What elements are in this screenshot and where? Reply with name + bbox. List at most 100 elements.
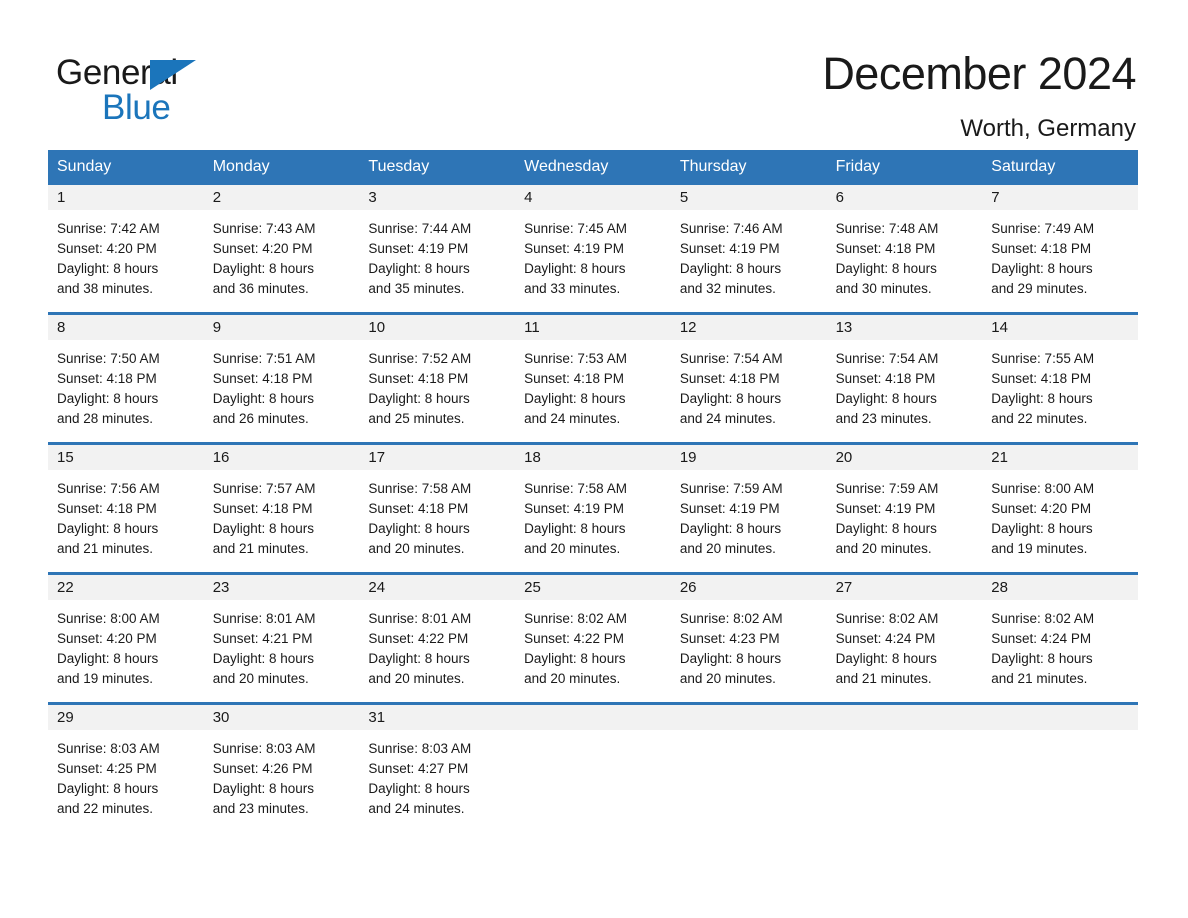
calendar-day-cell[interactable]: 15 Sunrise: 7:56 AM Sunset: 4:18 PM Dayligh… [48, 445, 204, 561]
calendar-day-cell[interactable]: 19 Sunrise: 7:59 AM Sunset: 4:19 PM Dayligh… [670, 445, 827, 561]
calendar-day-cell[interactable]: 17 Sunrise: 7:58 AM Sunset: 4:18 PM Dayligh… [359, 445, 516, 561]
sunrise-time: Sunrise: 8:03 AM [212, 741, 316, 756]
calendar-day-cell[interactable]: 24 Sunrise: 8:01 AM Sunset: 4:22 PM Dayligh… [359, 575, 516, 691]
daylight-duration-line1: Daylight: 8 hours [991, 261, 1093, 276]
calendar-day-cell[interactable]: 31 Sunrise: 8:03 AM Sunset: 4:27 PM Dayligh… [359, 705, 516, 821]
calendar-day-cell[interactable]: 22 Sunrise: 8:00 AM Sunset: 4:20 PM Dayligh… [48, 575, 204, 691]
day-number: 2 [203, 185, 360, 210]
calendar-day-cell[interactable]: 1 Sunrise: 7:42 AM Sunset: 4:20 PM Daylight… [48, 185, 204, 301]
day-number: 22 [48, 575, 204, 600]
day-number: 24 [359, 575, 516, 600]
daylight-duration-line1: Daylight: 8 hours [368, 781, 470, 796]
day-number: 28 [982, 575, 1138, 600]
sunrise-time: Sunrise: 7:59 AM [835, 481, 939, 496]
calendar-day-cell[interactable]: 13 Sunrise: 7:54 AM Sunset: 4:18 PM Dayligh… [826, 315, 983, 431]
day-number: 4 [515, 185, 671, 210]
calendar-week-row: 29 Sunrise: 8:03 AM Sunset: 4:25 PM Dayligh… [48, 702, 1138, 821]
calendar-day-cell[interactable]: 27 Sunrise: 8:02 AM Sunset: 4:24 PM Dayligh… [826, 575, 983, 691]
daylight-duration-line1: Daylight: 8 hours [524, 391, 626, 406]
calendar-day-cell[interactable]: 2 Sunrise: 7:43 AM Sunset: 4:20 PM Daylight… [203, 185, 360, 301]
sunset-time: Sunset: 4:23 PM [679, 631, 780, 646]
calendar-day-cell[interactable]: 5 Sunrise: 7:46 AM Sunset: 4:19 PM Daylight… [670, 185, 827, 301]
calendar-page: General Blue December 2024 Worth, German… [0, 0, 1188, 918]
day-number: 7 [982, 185, 1138, 210]
day-details: Sunrise: 7:57 AM Sunset: 4:18 PM Daylight:… [204, 470, 360, 559]
calendar-day-cell[interactable]: 18 Sunrise: 7:58 AM Sunset: 4:19 PM Dayligh… [515, 445, 671, 561]
day-details: Sunrise: 8:00 AM Sunset: 4:20 PM Daylight:… [48, 600, 204, 689]
calendar-day-cell[interactable]: 8 Sunrise: 7:50 AM Sunset: 4:18 PM Daylight… [48, 315, 204, 431]
page-title: December 2024 [822, 48, 1136, 99]
day-details: Sunrise: 7:44 AM Sunset: 4:19 PM Daylight:… [359, 210, 515, 299]
day-number [670, 705, 827, 730]
sunset-time: Sunset: 4:24 PM [991, 631, 1092, 646]
calendar-day-cell-empty [515, 705, 671, 821]
calendar-day-cell[interactable]: 16 Sunrise: 7:57 AM Sunset: 4:18 PM Dayligh… [203, 445, 360, 561]
sunrise-time: Sunrise: 7:54 AM [679, 351, 783, 366]
sunset-time: Sunset: 4:18 PM [368, 371, 469, 386]
daylight-duration-line2: and 21 minutes. [835, 671, 932, 686]
day-number [982, 705, 1138, 730]
day-details: Sunrise: 7:59 AM Sunset: 4:19 PM Daylight:… [671, 470, 827, 559]
sunrise-time: Sunrise: 7:49 AM [991, 221, 1095, 236]
calendar-day-cell[interactable]: 7 Sunrise: 7:49 AM Sunset: 4:18 PM Daylight… [982, 185, 1138, 301]
title-block: December 2024 Worth, Germany [822, 46, 1136, 144]
sunrise-time: Sunrise: 8:00 AM [991, 481, 1095, 496]
day-details: Sunrise: 8:03 AM Sunset: 4:26 PM Daylight:… [204, 730, 360, 819]
sunrise-time: Sunrise: 8:02 AM [991, 611, 1095, 626]
daylight-duration-line2: and 20 minutes. [835, 541, 932, 556]
calendar-day-cell[interactable]: 28 Sunrise: 8:02 AM Sunset: 4:24 PM Dayligh… [982, 575, 1138, 691]
calendar-week-row: 1 Sunrise: 7:42 AM Sunset: 4:20 PM Daylight… [48, 185, 1138, 301]
day-details: Sunrise: 8:00 AM Sunset: 4:20 PM Daylight:… [982, 470, 1138, 559]
calendar-day-cell[interactable]: 4 Sunrise: 7:45 AM Sunset: 4:19 PM Daylight… [515, 185, 671, 301]
daylight-duration-line2: and 20 minutes. [524, 541, 621, 556]
day-number: 18 [515, 445, 671, 470]
sunrise-time: Sunrise: 7:51 AM [212, 351, 316, 366]
calendar-day-cell[interactable]: 30 Sunrise: 8:03 AM Sunset: 4:26 PM Dayligh… [203, 705, 360, 821]
sunrise-time: Sunrise: 7:45 AM [524, 221, 627, 236]
calendar-day-cell[interactable]: 3 Sunrise: 7:44 AM Sunset: 4:19 PM Daylight… [359, 185, 516, 301]
daylight-duration-line2: and 22 minutes. [991, 411, 1088, 426]
sunrise-time: Sunrise: 7:44 AM [368, 221, 472, 236]
sunset-time: Sunset: 4:24 PM [835, 631, 936, 646]
day-number: 9 [203, 315, 360, 340]
day-number: 17 [359, 445, 516, 470]
sunrise-time: Sunrise: 8:01 AM [368, 611, 472, 626]
calendar-day-cell[interactable]: 6 Sunrise: 7:48 AM Sunset: 4:18 PM Daylight… [826, 185, 983, 301]
daylight-duration-line2: and 30 minutes. [835, 281, 932, 296]
sunset-time: Sunset: 4:19 PM [679, 241, 780, 256]
calendar-day-cell[interactable]: 29 Sunrise: 8:03 AM Sunset: 4:25 PM Dayligh… [48, 705, 204, 821]
day-details: Sunrise: 8:01 AM Sunset: 4:22 PM Daylight:… [359, 600, 515, 689]
calendar-day-cell[interactable]: 12 Sunrise: 7:54 AM Sunset: 4:18 PM Dayligh… [670, 315, 827, 431]
calendar-day-cell[interactable]: 26 Sunrise: 8:02 AM Sunset: 4:23 PM Dayligh… [670, 575, 827, 691]
logo-triangle-icon [150, 60, 196, 90]
sunset-time: Sunset: 4:20 PM [212, 241, 313, 256]
day-number: 21 [982, 445, 1138, 470]
daylight-duration-line2: and 24 minutes. [524, 411, 621, 426]
daylight-duration-line2: and 20 minutes. [212, 671, 309, 686]
sunset-time: Sunset: 4:21 PM [212, 631, 313, 646]
sunset-time: Sunset: 4:20 PM [991, 501, 1092, 516]
sunrise-time: Sunrise: 7:57 AM [212, 481, 316, 496]
daylight-duration-line1: Daylight: 8 hours [679, 261, 782, 276]
generalblue-logo[interactable]: General Blue [56, 46, 256, 127]
calendar-day-cell[interactable]: 11 Sunrise: 7:53 AM Sunset: 4:18 PM Dayligh… [515, 315, 671, 431]
calendar-day-cell[interactable]: 21 Sunrise: 8:00 AM Sunset: 4:20 PM Dayligh… [982, 445, 1138, 561]
calendar-day-cell[interactable]: 23 Sunrise: 8:01 AM Sunset: 4:21 PM Dayligh… [203, 575, 360, 691]
daylight-duration-line2: and 24 minutes. [679, 411, 776, 426]
day-number: 5 [670, 185, 827, 210]
day-details: Sunrise: 8:02 AM Sunset: 4:22 PM Daylight:… [515, 600, 671, 689]
daylight-duration-line1: Daylight: 8 hours [212, 391, 315, 406]
day-number: 8 [48, 315, 204, 340]
day-number: 11 [515, 315, 671, 340]
calendar-day-cell[interactable]: 25 Sunrise: 8:02 AM Sunset: 4:22 PM Dayligh… [515, 575, 671, 691]
weekday-thursday: Thursday [679, 158, 747, 175]
daylight-duration-line2: and 25 minutes. [368, 411, 465, 426]
sunset-time: Sunset: 4:19 PM [835, 501, 936, 516]
calendar-day-cell[interactable]: 10 Sunrise: 7:52 AM Sunset: 4:18 PM Dayligh… [359, 315, 516, 431]
sunrise-time: Sunrise: 8:02 AM [835, 611, 939, 626]
calendar-day-cell[interactable]: 9 Sunrise: 7:51 AM Sunset: 4:18 PM Daylight… [203, 315, 360, 431]
calendar-day-cell[interactable]: 20 Sunrise: 7:59 AM Sunset: 4:19 PM Dayligh… [826, 445, 983, 561]
calendar-day-cell[interactable]: 14 Sunrise: 7:55 AM Sunset: 4:18 PM Dayligh… [982, 315, 1138, 431]
day-number: 25 [515, 575, 671, 600]
calendar-week-row: 15 Sunrise: 7:56 AM Sunset: 4:18 PM Dayligh… [48, 442, 1138, 561]
